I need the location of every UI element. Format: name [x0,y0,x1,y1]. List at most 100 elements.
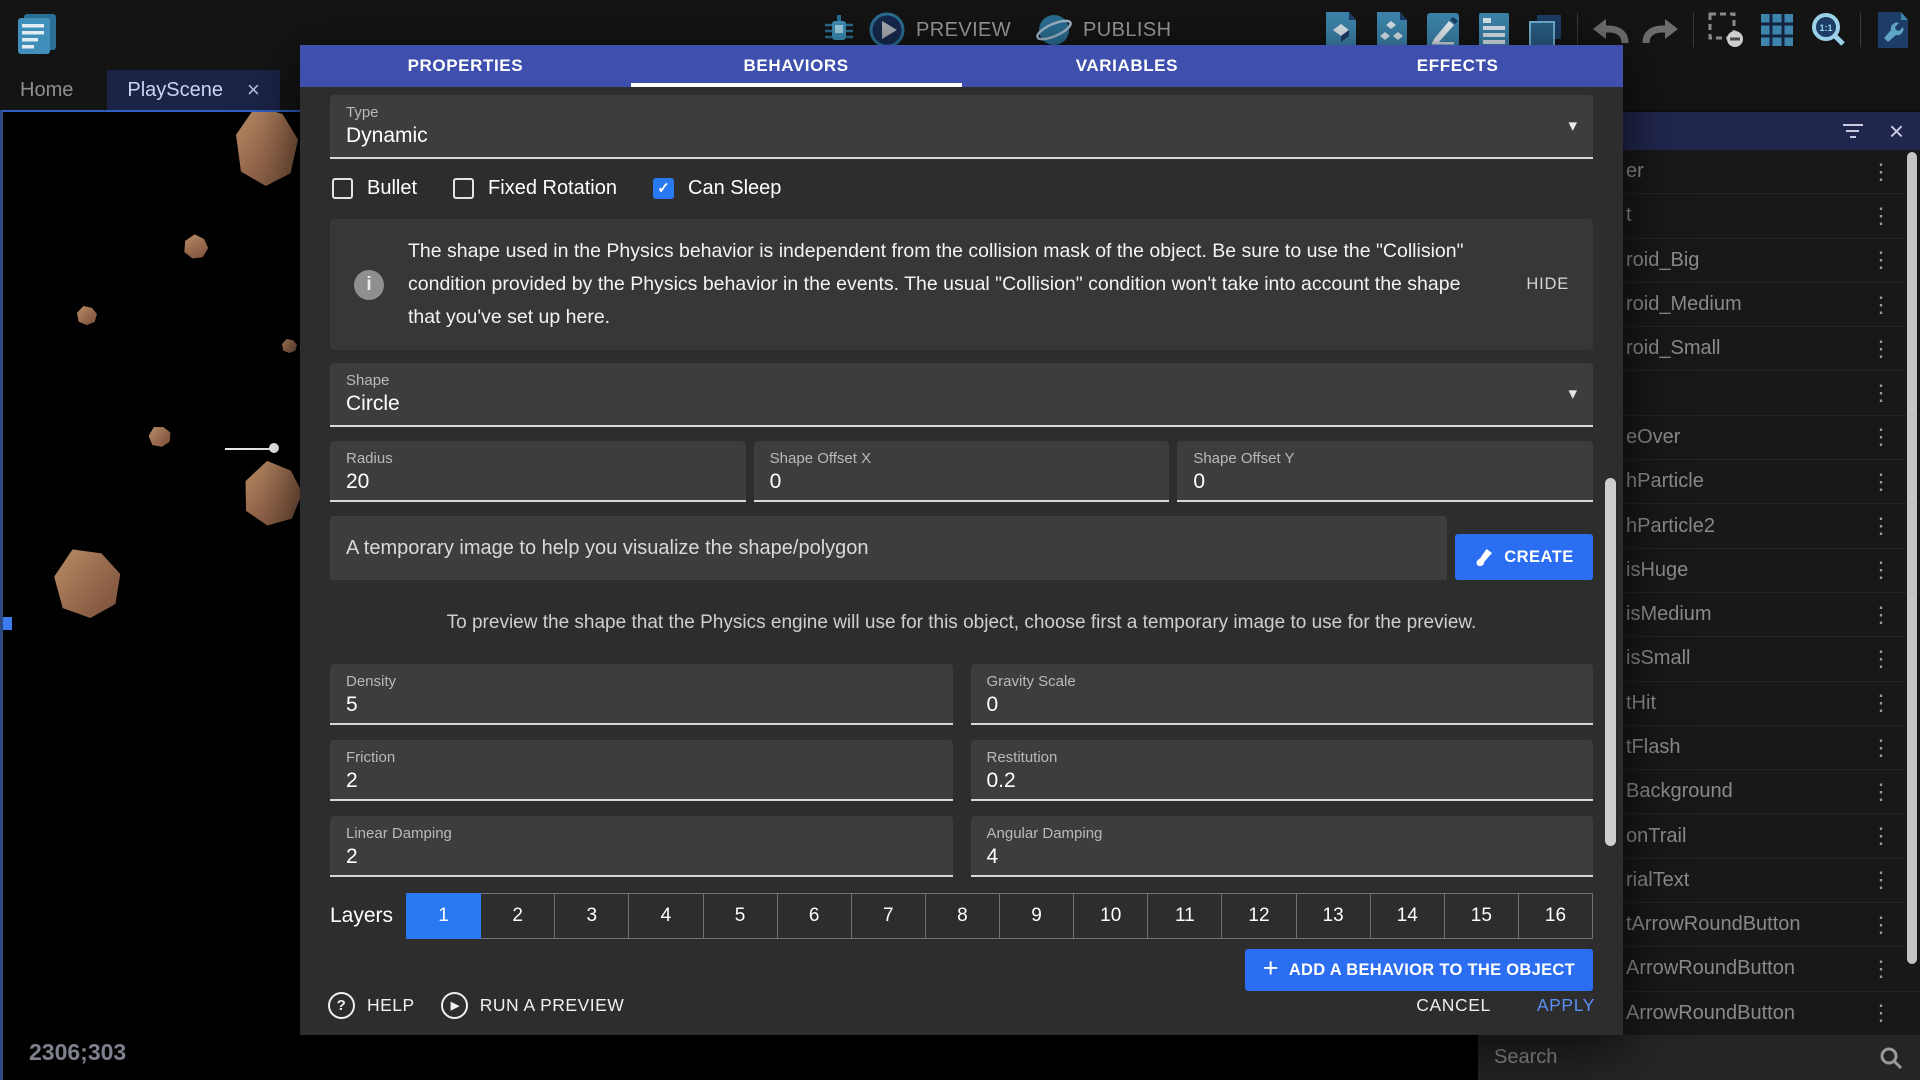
layer-12-button[interactable]: 12 [1221,893,1296,939]
cancel-button[interactable]: CANCEL [1416,995,1491,1016]
layer-16-button[interactable]: 16 [1518,893,1593,939]
more-vertical-icon[interactable]: ⋮ [1870,338,1892,360]
more-vertical-icon[interactable]: ⋮ [1870,471,1892,493]
asteroid [77,306,97,325]
linear-damping-field[interactable]: Linear Damping 2 [330,816,953,877]
shape-offset-x-field[interactable]: Shape Offset X 0 [754,441,1170,502]
cursor-coordinates: 2306;303 [29,1039,126,1066]
zoom-1-1-icon[interactable]: 1:1 [1809,9,1847,51]
layers-row: Layers 1 2 3 4 5 6 7 8 9 10 11 12 13 14 … [330,893,1593,939]
layer-14-button[interactable]: 14 [1370,893,1445,939]
layer-10-button[interactable]: 10 [1073,893,1148,939]
layer-4-button[interactable]: 4 [628,893,703,939]
fixed-rotation-checkbox[interactable] [453,178,474,199]
toolbar-separator [1860,13,1861,47]
can-sleep-checkbox[interactable]: ✓ [653,178,674,199]
chevron-down-icon: ▾ [1568,116,1577,136]
svg-text:1:1: 1:1 [1819,23,1832,33]
tab-variables[interactable]: VARIABLES [962,45,1293,87]
density-field[interactable]: Density 5 [330,664,953,725]
type-select[interactable]: Type Dynamic ▾ [330,95,1593,159]
run-preview-button[interactable]: ▶ RUN A PREVIEW [441,992,625,1019]
gravity-scale-field[interactable]: Gravity Scale 0 [971,664,1594,725]
tab-behaviors[interactable]: BEHAVIORS [631,45,962,87]
asteroid [236,110,298,186]
more-vertical-icon[interactable]: ⋮ [1870,869,1892,891]
tab-properties[interactable]: PROPERTIES [300,45,631,87]
redo-icon[interactable] [1642,9,1680,51]
layer-9-button[interactable]: 9 [999,893,1074,939]
more-vertical-icon[interactable]: ⋮ [1870,559,1892,581]
close-tab-icon[interactable]: × [247,79,260,101]
angular-damping-field[interactable]: Angular Damping 4 [971,816,1594,877]
radius-field[interactable]: Radius 20 [330,441,746,502]
damping-row: Linear Damping 2 Angular Damping 4 [330,816,1593,877]
play-icon: ▶ [441,992,468,1019]
more-vertical-icon[interactable]: ⋮ [1870,1002,1892,1024]
object-search [1478,1036,1920,1080]
filter-icon[interactable] [1843,124,1863,138]
restitution-field[interactable]: Restitution 0.2 [971,740,1594,801]
more-vertical-icon[interactable]: ⋮ [1870,426,1892,448]
layer-2-button[interactable]: 2 [480,893,555,939]
panel-scrollbar[interactable] [1907,152,1917,964]
scene-properties-icon[interactable] [1874,9,1912,51]
more-vertical-icon[interactable]: ⋮ [1870,914,1892,936]
layer-13-button[interactable]: 13 [1296,893,1371,939]
shape-offset-y-field[interactable]: Shape Offset Y 0 [1177,441,1593,502]
shape-select[interactable]: Shape Circle ▾ [330,363,1593,427]
temp-image-row: A temporary image to help you visualize … [330,516,1593,580]
info-icon: i [354,270,384,300]
create-button[interactable]: CREATE [1455,534,1593,580]
asteroid [181,232,210,261]
density-row: Density 5 Gravity Scale 0 [330,664,1593,725]
dialog-scrollbar[interactable] [1605,478,1616,846]
tab-home[interactable]: Home [0,70,93,110]
publish-button[interactable]: PUBLISH [1083,19,1171,42]
layer-15-button[interactable]: 15 [1444,893,1519,939]
more-vertical-icon[interactable]: ⋮ [1870,515,1892,537]
grid-icon[interactable] [1758,9,1796,51]
temp-image-field[interactable]: A temporary image to help you visualize … [330,516,1447,580]
project-manager-icon[interactable] [14,8,62,56]
friction-field[interactable]: Friction 2 [330,740,953,801]
layer-8-button[interactable]: 8 [925,893,1000,939]
hide-button[interactable]: HIDE [1526,275,1569,294]
more-vertical-icon[interactable]: ⋮ [1870,692,1892,714]
layer-1-button[interactable]: 1 [406,893,481,939]
tab-playscene[interactable]: PlayScene × [107,70,279,110]
preview-hint: To preview the shape that the Physics en… [330,612,1593,634]
selection-handle[interactable] [3,617,12,630]
search-input[interactable] [1494,1046,1878,1069]
more-vertical-icon[interactable]: ⋮ [1870,294,1892,316]
more-vertical-icon[interactable]: ⋮ [1870,958,1892,980]
shape-value: Circle [346,392,1577,416]
layer-6-button[interactable]: 6 [777,893,852,939]
more-vertical-icon[interactable]: ⋮ [1870,781,1892,803]
preview-button[interactable]: PREVIEW [916,19,1011,42]
more-vertical-icon[interactable]: ⋮ [1870,161,1892,183]
shape-params-row: Radius 20 Shape Offset X 0 Shape Offset … [330,441,1593,502]
close-panel-icon[interactable]: × [1889,118,1904,144]
tab-effects[interactable]: EFFECTS [1292,45,1623,87]
more-vertical-icon[interactable]: ⋮ [1870,604,1892,626]
layer-11-button[interactable]: 11 [1147,893,1222,939]
layer-3-button[interactable]: 3 [554,893,629,939]
deselect-icon[interactable] [1707,9,1745,51]
help-button[interactable]: ? HELP [328,992,415,1019]
more-vertical-icon[interactable]: ⋮ [1870,737,1892,759]
more-vertical-icon[interactable]: ⋮ [1870,249,1892,271]
layer-7-button[interactable]: 7 [851,893,926,939]
bullet-checkbox[interactable] [332,178,353,199]
dialog-footer: ? HELP ▶ RUN A PREVIEW CANCEL APPLY [300,975,1623,1035]
more-vertical-icon[interactable]: ⋮ [1870,648,1892,670]
search-icon [1878,1045,1904,1071]
more-vertical-icon[interactable]: ⋮ [1870,382,1892,404]
chevron-down-icon: ▾ [1568,384,1577,404]
apply-button[interactable]: APPLY [1537,995,1595,1016]
more-vertical-icon[interactable]: ⋮ [1870,825,1892,847]
more-vertical-icon[interactable]: ⋮ [1870,205,1892,227]
help-icon: ? [328,992,355,1019]
asteroid [147,424,173,449]
layer-5-button[interactable]: 5 [703,893,778,939]
